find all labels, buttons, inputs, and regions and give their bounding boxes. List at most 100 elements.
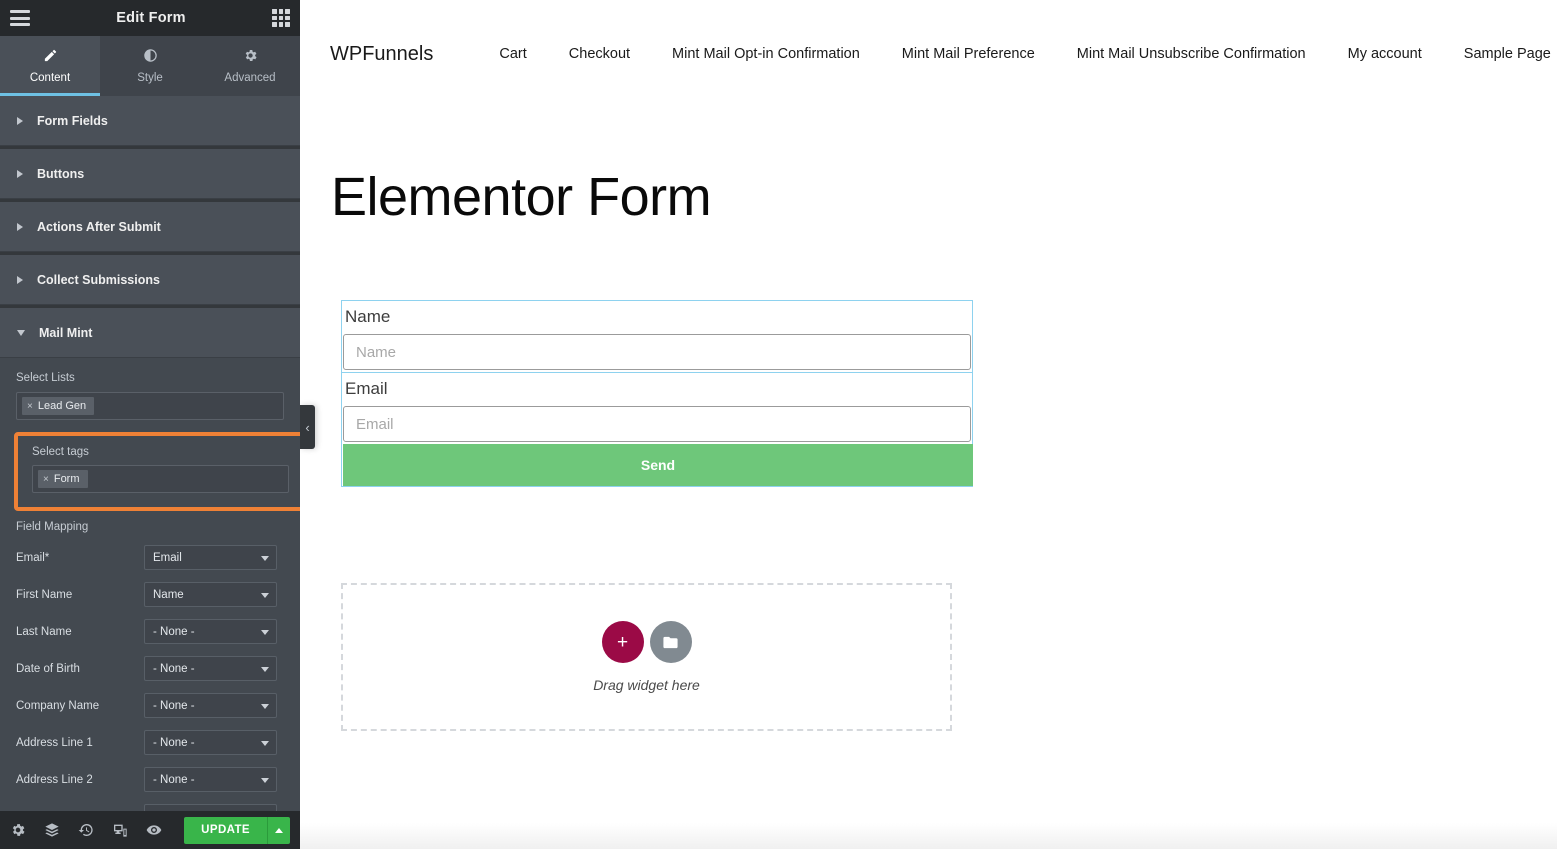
section-mail-mint-label: Mail Mint xyxy=(39,325,93,340)
field-mapping-value: - None - xyxy=(153,625,195,638)
tab-style[interactable]: Style xyxy=(100,36,200,96)
field-mapping-row-last-name: Last Name - None - xyxy=(16,619,284,644)
chevron-down-icon xyxy=(261,666,269,672)
chevron-down-icon xyxy=(261,629,269,635)
hamburger-icon[interactable] xyxy=(10,10,30,26)
field-mapping-label: First Name xyxy=(16,588,73,601)
contrast-icon xyxy=(143,48,158,66)
mail-mint-controls: Select Lists × Lead Gen Select tags × Fo… xyxy=(0,358,300,811)
section-buttons[interactable]: Buttons xyxy=(0,149,300,199)
select-tags-input[interactable]: × Form xyxy=(32,465,289,493)
section-buttons-label: Buttons xyxy=(37,166,85,181)
drag-widget-drop-zone[interactable]: + Drag widget here xyxy=(341,583,952,731)
section-collect-submissions-label: Collect Submissions xyxy=(37,272,160,287)
drop-zone-buttons: + xyxy=(601,621,692,663)
select-tags-highlight: Select tags × Form xyxy=(14,432,300,511)
field-mapping-value: - None - xyxy=(153,811,195,812)
form-field-group-name: Name xyxy=(342,301,972,373)
select-tags-label: Select tags xyxy=(32,446,89,458)
folder-template-icon[interactable] xyxy=(649,621,692,663)
tab-content-label: Content xyxy=(29,72,71,84)
nav-item-mint-mail-unsubscribe-confirmation[interactable]: Mint Mail Unsubscribe Confirmation xyxy=(1056,46,1327,62)
panel-footer: UPDATE xyxy=(0,811,300,849)
nav-item-checkout[interactable]: Checkout xyxy=(548,46,651,62)
nav-item-mint-mail-preference[interactable]: Mint Mail Preference xyxy=(881,46,1056,62)
elementor-form-widget[interactable]: Name Email Send xyxy=(341,300,973,487)
update-button-group: UPDATE xyxy=(184,816,290,844)
site-navigation: WPFunnels Cart Checkout Mint Mail Opt-in… xyxy=(300,0,1557,108)
field-mapping-label: Last Name xyxy=(16,625,72,638)
preview-eye-icon[interactable] xyxy=(146,822,162,838)
field-mapping-row-company-name: Company Name - None - xyxy=(16,693,284,718)
section-form-fields-label: Form Fields xyxy=(37,113,108,128)
update-options-caret-icon[interactable] xyxy=(267,816,290,844)
chevron-right-icon xyxy=(17,169,23,178)
tag-chip[interactable]: × Form xyxy=(38,470,88,488)
section-mail-mint[interactable]: Mail Mint xyxy=(0,308,300,358)
panel-collapse-handle[interactable]: ‹ xyxy=(300,405,315,449)
field-mapping-label: Address Line 2 xyxy=(16,773,93,786)
page-content: Elementor Form Name Email Send + xyxy=(300,170,1557,731)
section-actions-after-submit[interactable]: Actions After Submit xyxy=(0,202,300,252)
nav-links: Cart Checkout Mint Mail Opt-in Confirmat… xyxy=(478,46,1557,62)
chevron-down-icon xyxy=(261,740,269,746)
list-chip-label: Lead Gen xyxy=(37,400,87,412)
field-mapping-select-address-line-1[interactable]: - None - xyxy=(144,730,277,755)
form-field-label-email: Email xyxy=(345,379,388,398)
list-chip[interactable]: × Lead Gen xyxy=(22,397,95,415)
field-mapping-select-date-of-birth[interactable]: - None - xyxy=(144,656,277,681)
field-mapping-value: - None - xyxy=(153,736,195,749)
tab-style-label: Style xyxy=(137,72,163,84)
field-mapping-label: Company Name xyxy=(16,699,100,712)
field-mapping-row-first-name: First Name Name xyxy=(16,582,284,607)
form-input-name[interactable] xyxy=(343,334,971,370)
field-mapping-select-address-line-2[interactable]: - None - xyxy=(144,767,277,792)
chevron-right-icon xyxy=(17,116,23,125)
field-mapping-title: Field Mapping xyxy=(16,521,89,533)
nav-item-mint-mail-optin-confirmation[interactable]: Mint Mail Opt-in Confirmation xyxy=(651,46,881,62)
elementor-editor: Edit Form Content Style Advanced Form Fi… xyxy=(0,0,1557,849)
field-mapping-select-first-name[interactable]: Name xyxy=(144,582,277,607)
field-mapping-select-email[interactable]: Email xyxy=(144,545,277,570)
responsive-mode-icon[interactable] xyxy=(112,822,128,838)
remove-chip-icon[interactable]: × xyxy=(43,474,49,485)
page-title: Elementor Form xyxy=(331,167,712,227)
history-icon[interactable] xyxy=(78,822,94,838)
chevron-down-icon xyxy=(261,555,269,561)
form-send-button[interactable]: Send xyxy=(343,444,973,486)
drop-zone-text: Drag widget here xyxy=(593,677,700,693)
nav-item-cart[interactable]: Cart xyxy=(478,46,547,62)
field-mapping-row-address-line-1: Address Line 1 - None - xyxy=(16,730,284,755)
elementor-panel: Edit Form Content Style Advanced Form Fi… xyxy=(0,0,300,849)
select-lists-input[interactable]: × Lead Gen xyxy=(16,392,284,420)
update-button[interactable]: UPDATE xyxy=(184,816,267,844)
remove-chip-icon[interactable]: × xyxy=(27,401,33,412)
tab-advanced[interactable]: Advanced xyxy=(200,36,300,96)
canvas-footer-band xyxy=(300,823,1557,849)
nav-item-my-account[interactable]: My account xyxy=(1327,46,1443,62)
required-asterisk: * xyxy=(44,551,50,564)
section-actions-after-submit-label: Actions After Submit xyxy=(37,219,161,234)
tab-content[interactable]: Content xyxy=(0,36,100,96)
form-field-group-email: Email xyxy=(342,373,972,442)
field-mapping-row-postal-code: Postal Code/ Zip - None - xyxy=(16,804,284,811)
settings-gear-icon[interactable] xyxy=(10,822,26,838)
field-mapping-select-last-name[interactable]: - None - xyxy=(144,619,277,644)
field-mapping-select-company-name[interactable]: - None - xyxy=(144,693,277,718)
chevron-down-icon xyxy=(261,777,269,783)
layers-navigator-icon[interactable] xyxy=(44,822,60,838)
grid-apps-icon[interactable] xyxy=(272,9,290,27)
field-mapping-label: Date of Birth xyxy=(16,662,80,675)
form-input-email[interactable] xyxy=(343,406,971,442)
field-mapping-label: Address Line 1 xyxy=(16,736,93,749)
panel-tabs: Content Style Advanced xyxy=(0,36,300,96)
field-mapping-value: Email xyxy=(153,551,182,564)
site-brand[interactable]: WPFunnels xyxy=(330,43,433,66)
chevron-down-icon xyxy=(261,703,269,709)
nav-item-sample-page[interactable]: Sample Page xyxy=(1443,46,1557,62)
section-collect-submissions[interactable]: Collect Submissions xyxy=(0,255,300,305)
plus-icon[interactable]: + xyxy=(601,621,644,663)
section-form-fields[interactable]: Form Fields xyxy=(0,96,300,146)
pencil-icon xyxy=(43,48,58,66)
field-mapping-select-postal-code[interactable]: - None - xyxy=(144,804,277,811)
